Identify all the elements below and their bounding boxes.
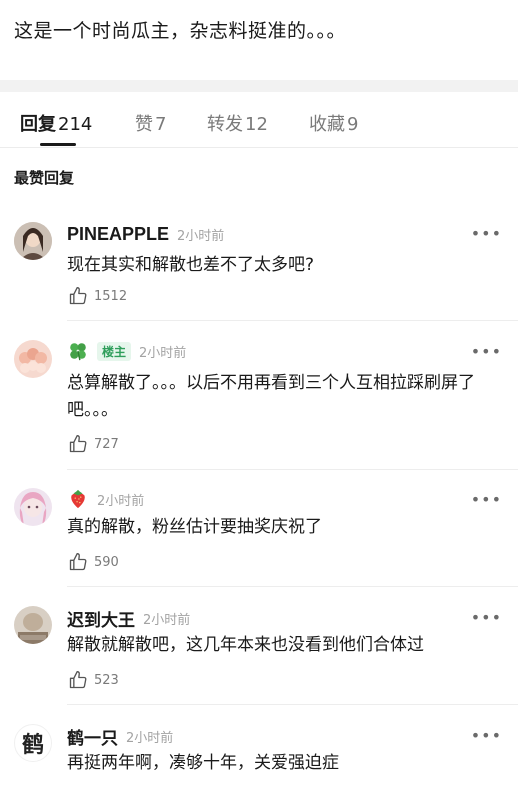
strawberry-icon [71,489,85,509]
thumbs-up-icon [69,435,87,453]
four-leaf-clover-icon [70,343,86,361]
tab-label: 转发 [207,114,243,135]
tab-favorites[interactable]: 收藏 9 [309,110,358,136]
tab-reposts[interactable]: 转发 12 [207,110,268,136]
more-options-button[interactable]: ••• [471,342,502,361]
author-badge: 楼主 [97,341,132,361]
avatar[interactable] [14,488,52,526]
tab-label: 回复 [20,114,56,135]
comment-header: 2小时前 [67,488,144,510]
thumbs-up-icon [69,671,87,689]
like-button[interactable]: 727 [68,434,119,454]
comment-text: 真的解散，粉丝估计要抽奖庆祝了 [67,517,322,537]
like-button[interactable]: 590 [68,552,119,572]
like-button[interactable]: 1512 [68,286,127,306]
avatar[interactable] [14,606,52,644]
comment-text: 现在其实和解散也差不了太多吧? [67,255,315,275]
tab-label: 收藏 [309,114,345,135]
tab-active-indicator [40,143,76,146]
divider [67,586,518,587]
timestamp: 2小时前 [177,229,225,244]
like-button[interactable]: 523 [68,670,119,690]
username[interactable]: PINEAPPLE [67,224,169,245]
tab-label: 赞 [135,114,153,135]
section-title: 最赞回复 [14,169,75,187]
comment-header: 楼主 2小时前 [67,340,186,362]
more-options-button[interactable]: ••• [471,490,502,509]
tab-count: 214 [58,114,93,135]
timestamp: 2小时前 [139,345,187,361]
avatar[interactable]: 鹤 [14,724,52,762]
tab-count: 9 [347,114,359,135]
divider [67,469,518,470]
tab-replies[interactable]: 回复 214 [20,110,92,136]
tab-bar: 回复 214 赞7 转发 12 收藏 9 [0,92,518,148]
comment-text: 解散就解散吧，这几年本来也没看到他们合体过 [67,635,424,655]
comment-header: 迟到大王 2小时前 [67,606,190,631]
timestamp: 2小时前 [97,493,145,509]
divider [67,704,518,705]
avatar[interactable] [14,340,52,378]
timestamp: 2小时前 [143,613,191,628]
thumbs-up-icon [69,287,87,305]
more-options-button[interactable]: ••• [471,726,502,745]
thumbs-up-icon [69,553,87,571]
timestamp: 2小时前 [126,731,174,746]
more-options-button[interactable]: ••• [471,224,502,243]
avatar[interactable] [14,222,52,260]
tab-count: 7 [155,114,167,135]
comment-text: 再挺两年啊，凑够十年，关爱强迫症 [67,753,339,773]
post-text: 这是一个时尚瓜主，杂志料挺准的。。。 [14,20,347,42]
avatar-calligraphy: 鹤 [21,732,44,758]
username[interactable]: 迟到大王 [67,606,135,631]
like-count: 523 [94,672,119,688]
like-count: 590 [94,554,119,570]
like-count: 1512 [94,288,128,304]
tab-likes[interactable]: 赞7 [135,110,166,136]
section-separator [0,80,518,92]
more-options-button[interactable]: ••• [471,608,502,627]
comment-header: 鹤一只 2小时前 [67,724,173,749]
tab-count: 12 [245,114,268,135]
divider [67,320,518,321]
comment-header: PINEAPPLE 2小时前 [67,224,224,245]
like-count: 727 [94,436,119,452]
comment-text: 总算解散了。。。以后不用再看到三个人互相拉踩刷屏了吧。。。 [67,373,475,420]
username[interactable]: 鹤一只 [67,724,118,749]
